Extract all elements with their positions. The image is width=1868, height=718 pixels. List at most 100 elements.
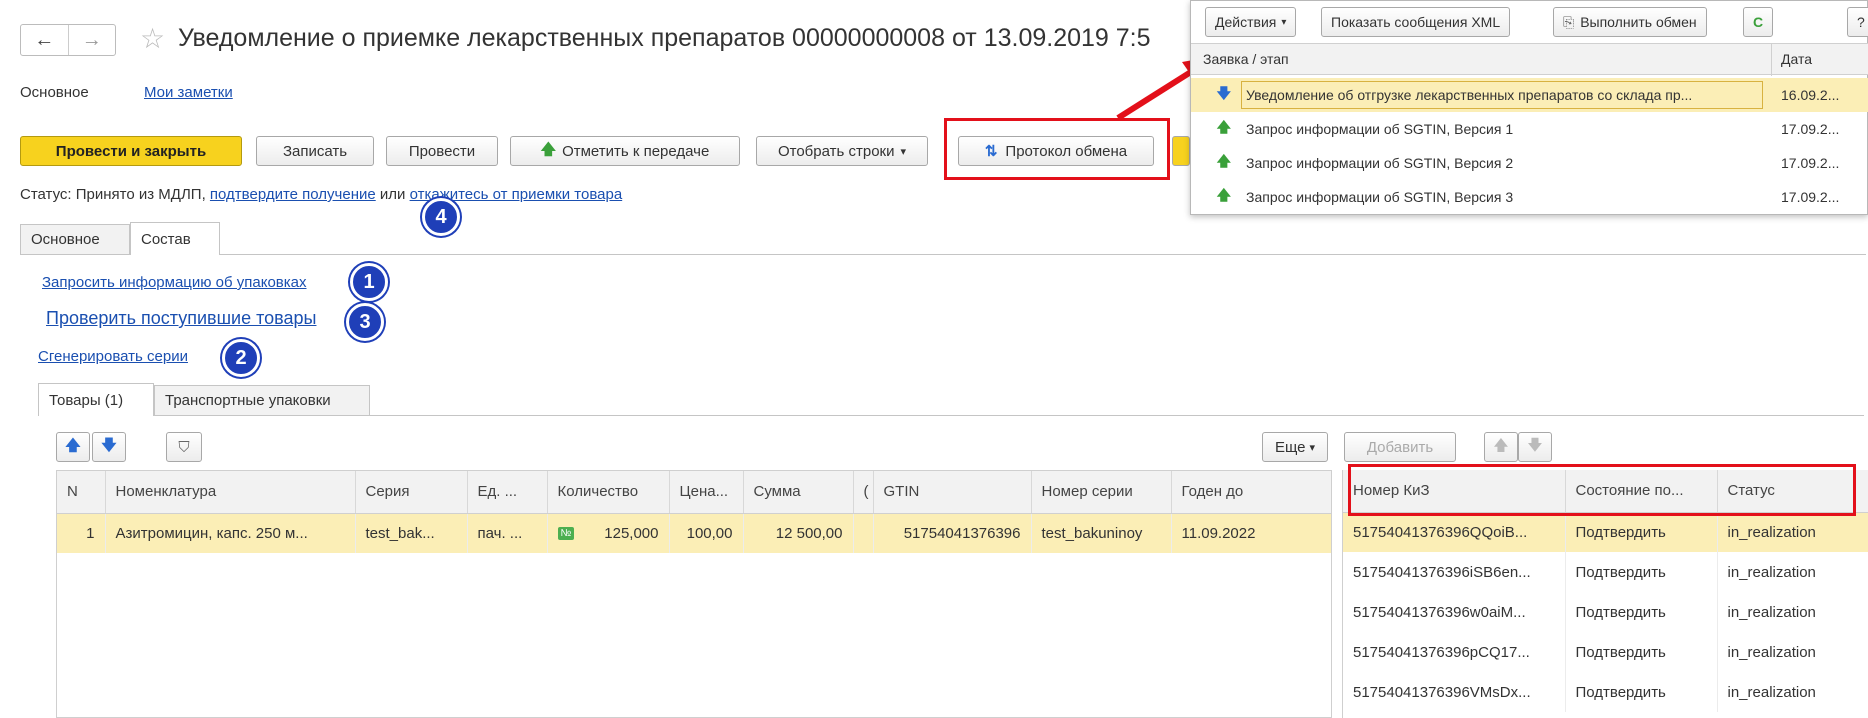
cell-nomenclature: Азитромицин, капс. 250 м... (105, 513, 356, 553)
move-up-button[interactable]: 🡅 (56, 432, 90, 462)
run-exchange-button[interactable]: ⎘ Выполнить обмен (1553, 7, 1707, 37)
popup-row[interactable]: 🡅 Запрос информации об SGTIN, Версия 2 1… (1191, 146, 1868, 180)
arrow-up-icon: 🡅 (540, 140, 557, 158)
cell-kiz-status: in_realization (1717, 512, 1868, 552)
post-button[interactable]: Провести (386, 136, 498, 166)
popup-row[interactable]: 🡇 Уведомление об отгрузке лекарственных … (1191, 78, 1868, 112)
popup-row-date: 17.09.2... (1781, 189, 1840, 205)
select-rows-button[interactable]: Отобрать строки ▾ (756, 136, 928, 166)
cell-series-number: test_bakuninoy (1031, 513, 1172, 553)
mark-transfer-label: Отметить к передаче (562, 142, 710, 160)
arrow-up-icon: 🡅 (1216, 119, 1231, 135)
cell-series: test_bak... (355, 513, 468, 553)
more-button[interactable]: Еще ▾ (1262, 432, 1328, 462)
kiz-down-button[interactable]: 🡇 (1518, 432, 1552, 462)
section-tabs-line (20, 254, 1866, 255)
popup-row-date: 16.09.2... (1781, 87, 1840, 103)
table-row[interactable]: 51754041376396pCQ17... Подтвердить in_re… (1343, 632, 1868, 672)
refresh-button[interactable]: C (1743, 7, 1774, 37)
arrow-up-icon: 🡅 (65, 436, 81, 454)
tab-transport-packages[interactable]: Транспортные упаковки (154, 385, 370, 415)
back-button[interactable]: ← (21, 25, 69, 55)
col-series-number[interactable]: Номер серии (1031, 471, 1172, 514)
table-row[interactable]: 51754041376396w0aiM... Подтвердить in_re… (1343, 592, 1868, 632)
col-price[interactable]: Цена... (669, 471, 744, 514)
favorite-star-icon[interactable]: ☆ (140, 22, 165, 55)
table-row[interactable]: 51754041376396QQoiB... Подтвердить in_re… (1343, 512, 1868, 552)
forward-button[interactable]: → (69, 25, 116, 55)
check-goods-link[interactable]: Проверить поступившие товары (46, 308, 316, 329)
cell-gtin: 51754041376396 (873, 513, 1032, 553)
popup-row[interactable]: 🡅 Запрос информации об SGTIN, Версия 3 1… (1191, 180, 1868, 214)
confirm-receipt-link[interactable]: подтвердите получение (210, 186, 376, 203)
save-button[interactable]: Записать (256, 136, 374, 166)
table-row[interactable]: 1 Азитромицин, капс. 250 м... test_bak..… (57, 513, 1331, 553)
help-icon: ? (1857, 14, 1865, 30)
arrow-up-icon: 🡅 (1216, 187, 1231, 203)
col-sum[interactable]: Сумма (743, 471, 854, 514)
col-expiry[interactable]: Годен до (1171, 471, 1331, 514)
popup-actions-button[interactable]: Действия ▾ (1205, 7, 1297, 37)
chevron-down-icon: ▾ (900, 145, 907, 158)
add-button[interactable]: Добавить (1344, 432, 1456, 462)
status-or: или (375, 186, 410, 203)
nav-buttons: ← → (20, 24, 116, 56)
exchange-icon: ⎘ (1563, 13, 1575, 30)
cell-n: 1 (57, 513, 106, 553)
run-exchange-label: Выполнить обмен (1580, 14, 1697, 30)
chevron-down-icon: ▾ (1309, 441, 1316, 454)
col-series[interactable]: Серия (355, 471, 468, 514)
chevron-down-icon: ▾ (1281, 16, 1287, 28)
col-unit[interactable]: Ед. ... (467, 471, 548, 514)
cell-kiz-status: in_realization (1717, 632, 1868, 672)
page-title: Уведомление о приемке лекарственных преп… (178, 24, 1151, 52)
cell-expiry: 11.09.2022 (1171, 513, 1331, 553)
table-row[interactable]: 51754041376396iSB6en... Подтвердить in_r… (1343, 552, 1868, 592)
tab-goods[interactable]: Товары (1) (38, 383, 154, 416)
toolbar-extra-icon[interactable] (1172, 136, 1190, 166)
popup-row[interactable]: 🡅 Запрос информации об SGTIN, Версия 1 1… (1191, 112, 1868, 146)
help-button[interactable]: ? (1847, 7, 1868, 37)
arrow-down-icon: 🡇 (101, 436, 117, 454)
cell-kiz-status: in_realization (1717, 592, 1868, 632)
popup-col-date[interactable]: Дата (1781, 51, 1812, 67)
more-label: Еще (1274, 438, 1306, 456)
cell-kiz-state: Подтвердить (1565, 552, 1718, 592)
table-row[interactable]: 51754041376396VMsDx... Подтвердить in_re… (1343, 672, 1868, 712)
step-badge-3: 3 (346, 303, 384, 341)
post-and-close-button[interactable]: Провести и закрыть (20, 136, 242, 166)
popup-col-request[interactable]: Заявка / этап (1203, 51, 1289, 67)
arrow-down-icon: 🡇 (1216, 85, 1231, 101)
move-down-button[interactable]: 🡇 (92, 432, 126, 462)
tab-main[interactable]: Основное (20, 224, 130, 254)
cell-kiz-state: Подтвердить (1565, 632, 1718, 672)
filter-button[interactable]: ⛉ (166, 432, 202, 462)
exchange-log-popup: Действия ▾ Показать сообщения XML ⎘ Выпо… (1190, 0, 1868, 215)
popup-actions-label: Действия (1215, 14, 1277, 30)
col-gtin[interactable]: GTIN (873, 471, 1032, 514)
tab-composition[interactable]: Состав (130, 222, 220, 255)
popup-row-date: 17.09.2... (1781, 121, 1840, 137)
cell-kiz-state: Подтвердить (1565, 592, 1718, 632)
popup-row-text: Запрос информации об SGTIN, Версия 3 (1246, 189, 1514, 205)
quantity-badge-icon: № (557, 526, 575, 540)
popup-row-text: Запрос информации об SGTIN, Версия 2 (1246, 155, 1514, 171)
cell-kiz-number: 51754041376396iSB6en... (1343, 552, 1566, 592)
kiz-up-button[interactable]: 🡅 (1484, 432, 1518, 462)
col-quantity[interactable]: Количество (547, 471, 670, 514)
popup-row-date: 17.09.2... (1781, 155, 1840, 171)
goods-table: N Номенклатура Серия Ед. ... Количество … (57, 471, 1331, 553)
cell-extra (853, 513, 874, 553)
request-package-info-link[interactable]: Запросить информацию об упаковках (42, 274, 307, 291)
tab-my-notes[interactable]: Мои заметки (144, 84, 233, 101)
generate-series-link[interactable]: Сгенерировать серии (38, 348, 188, 365)
tab-main-top[interactable]: Основное (20, 84, 89, 101)
cell-kiz-number: 51754041376396pCQ17... (1343, 632, 1566, 672)
arrow-up-icon: 🡅 (1216, 153, 1231, 169)
show-xml-button[interactable]: Показать сообщения XML (1321, 7, 1511, 37)
cell-price: 100,00 (669, 513, 744, 553)
col-extra[interactable]: ( (853, 471, 874, 514)
col-n[interactable]: N (57, 471, 106, 514)
mark-transfer-button[interactable]: 🡅 Отметить к передаче (510, 136, 740, 166)
col-nomenclature[interactable]: Номенклатура (105, 471, 356, 514)
